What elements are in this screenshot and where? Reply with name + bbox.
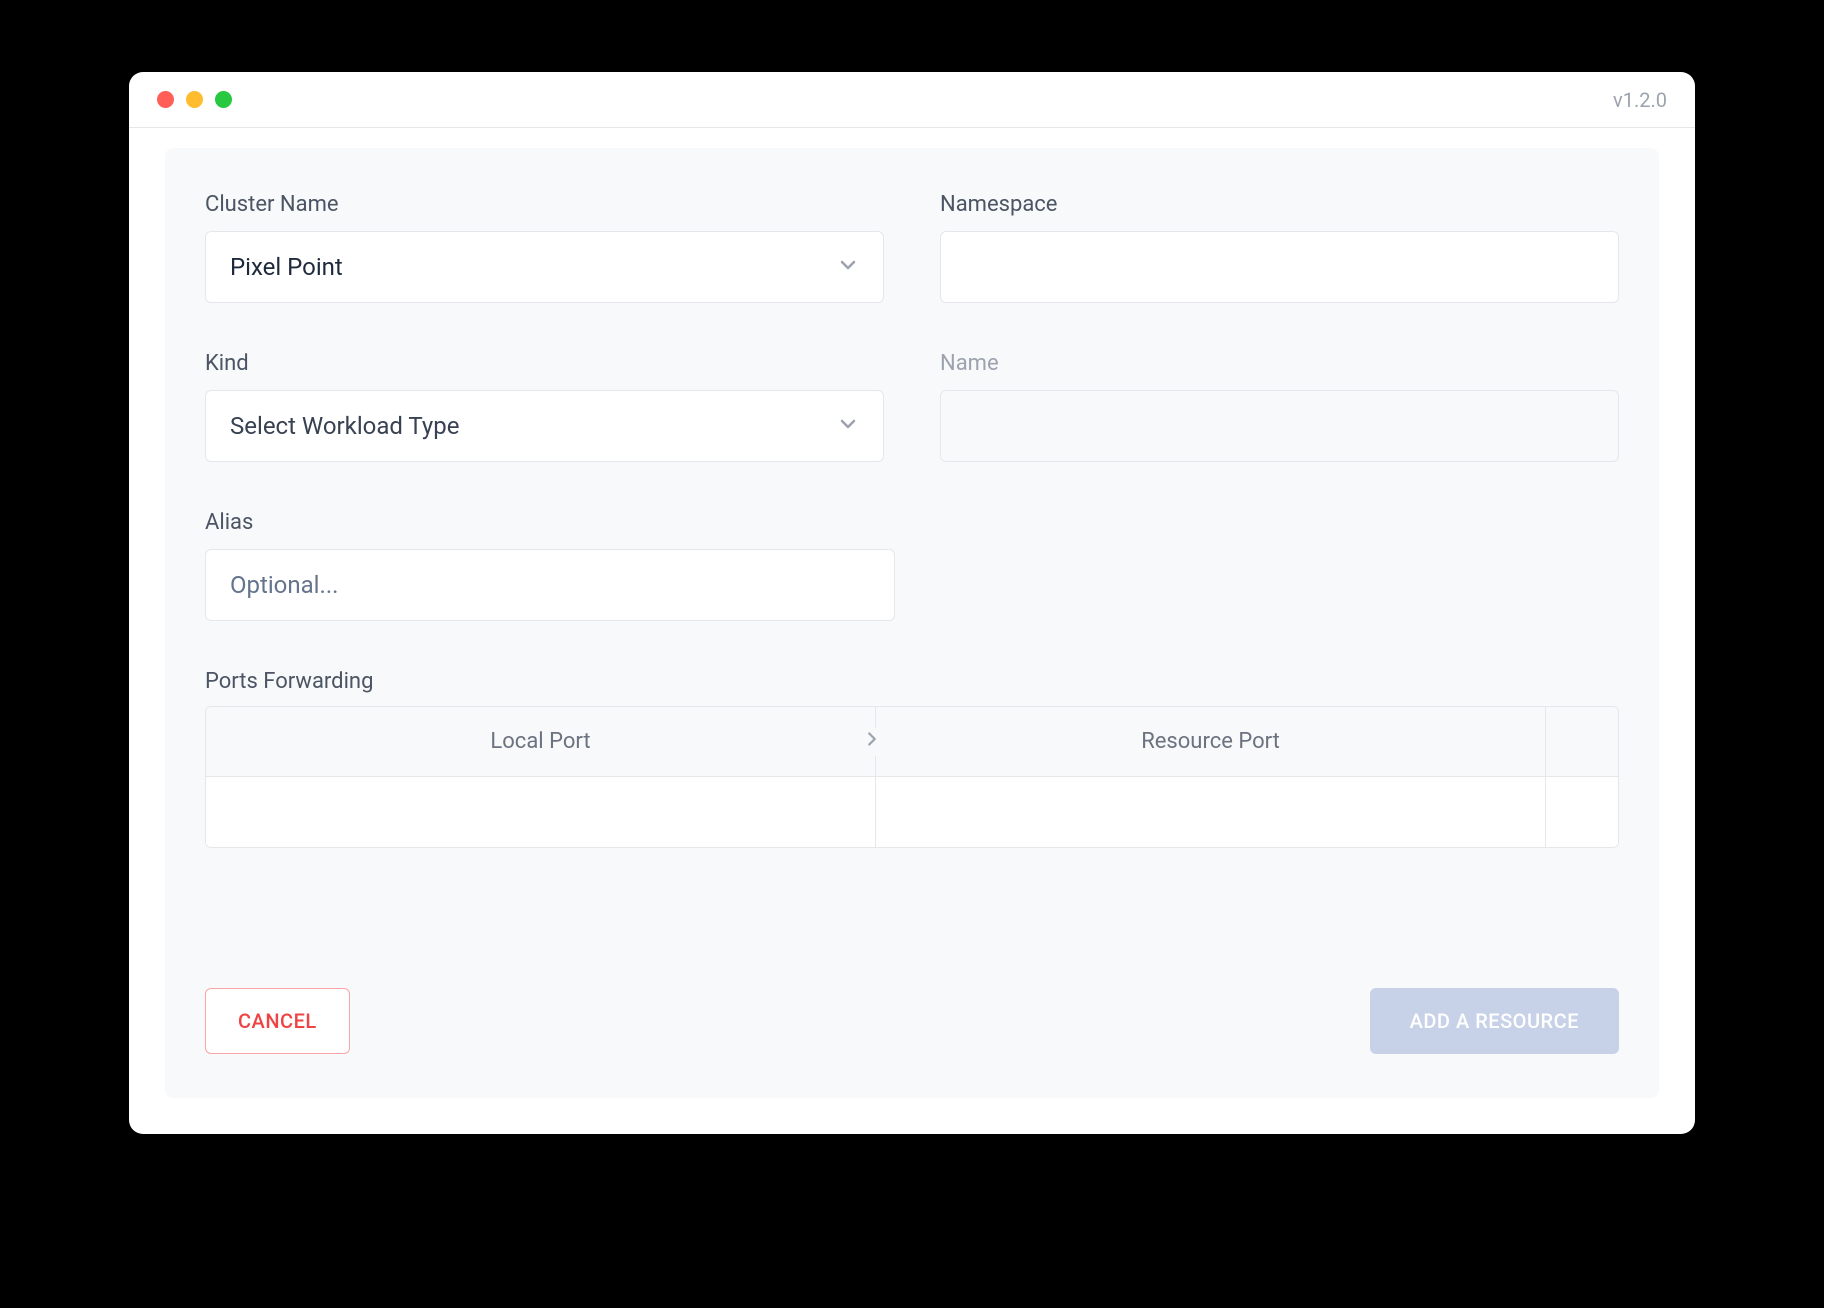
kind-select-wrap: Select Workload Type — [205, 390, 884, 462]
cluster-name-select[interactable]: Pixel Point — [205, 231, 884, 303]
local-port-header: Local Port — [206, 707, 876, 776]
name-label: Name — [940, 351, 1619, 376]
form-row-3: Alias — [205, 510, 1619, 621]
kind-group: Kind Select Workload Type — [205, 351, 884, 462]
ports-forwarding-section: Ports Forwarding Local Port Resource Por… — [205, 669, 1619, 848]
alias-group: Alias — [205, 510, 895, 621]
cluster-name-select-wrap: Pixel Point — [205, 231, 884, 303]
alias-input[interactable] — [205, 549, 895, 621]
content-area: Cluster Name Pixel Point Namespace — [129, 128, 1695, 1134]
chevron-right-icon — [857, 728, 887, 756]
ports-table-row — [206, 777, 1618, 847]
form-row-1: Cluster Name Pixel Point Namespace — [205, 192, 1619, 303]
resource-port-input[interactable] — [876, 777, 1546, 847]
cluster-name-label: Cluster Name — [205, 192, 884, 217]
add-resource-button[interactable]: ADD A RESOURCE — [1370, 988, 1619, 1054]
window-controls — [157, 91, 232, 108]
kind-select[interactable]: Select Workload Type — [205, 390, 884, 462]
namespace-input[interactable] — [940, 231, 1619, 303]
cancel-button[interactable]: CANCEL — [205, 988, 350, 1054]
maximize-window-button[interactable] — [215, 91, 232, 108]
ports-section-label: Ports Forwarding — [205, 669, 1619, 694]
app-version: v1.2.0 — [1613, 88, 1667, 112]
local-port-input[interactable] — [206, 777, 876, 847]
footer-actions: CANCEL ADD A RESOURCE — [205, 932, 1619, 1054]
namespace-label: Namespace — [940, 192, 1619, 217]
form-row-2: Kind Select Workload Type Name — [205, 351, 1619, 462]
app-window: v1.2.0 Cluster Name Pixel Point — [129, 72, 1695, 1134]
close-window-button[interactable] — [157, 91, 174, 108]
resource-port-header: Resource Port — [876, 707, 1546, 776]
ports-table: Local Port Resource Port — [205, 706, 1619, 848]
ports-row-action[interactable] — [1546, 777, 1618, 847]
namespace-group: Namespace — [940, 192, 1619, 303]
titlebar: v1.2.0 — [129, 72, 1695, 128]
minimize-window-button[interactable] — [186, 91, 203, 108]
name-input — [940, 390, 1619, 462]
name-group: Name — [940, 351, 1619, 462]
cluster-name-group: Cluster Name Pixel Point — [205, 192, 884, 303]
kind-label: Kind — [205, 351, 884, 376]
ports-action-header — [1546, 707, 1618, 776]
form-panel: Cluster Name Pixel Point Namespace — [165, 148, 1659, 1098]
alias-label: Alias — [205, 510, 895, 535]
ports-table-header: Local Port Resource Port — [206, 707, 1618, 777]
